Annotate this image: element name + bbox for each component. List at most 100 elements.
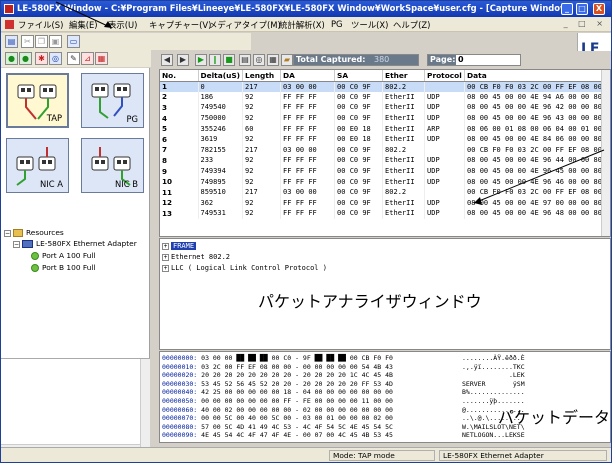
col-length[interactable]: Length [242, 70, 282, 82]
paste-icon[interactable]: ▣ [49, 35, 62, 48]
start-capture-icon[interactable]: ▶ [195, 54, 207, 66]
col-ether[interactable]: Ether [382, 70, 426, 82]
menu-file[interactable]: ファイル(S) [18, 19, 63, 31]
table-row[interactable]: 1 0 217 03 00 00 00 C0 9F 802.2 00 CB F0 F0 03… [160, 81, 606, 92]
table-cell: 00 C0 9F [334, 112, 384, 124]
page-input[interactable]: 0 [456, 55, 520, 65]
col-no[interactable]: No. [160, 70, 199, 82]
pause-icon[interactable]: ❙ [209, 54, 221, 66]
table-cell: 00 C0 9F [334, 81, 384, 92]
col-sa[interactable]: SA [334, 70, 384, 82]
collapse-icon[interactable]: − [13, 240, 20, 248]
col-data[interactable]: Data [464, 70, 606, 82]
port-a-status-icon[interactable]: ● [5, 52, 18, 65]
menu-help[interactable]: ヘルプ(Z) [393, 19, 430, 31]
open-icon[interactable]: ▤ [5, 35, 18, 48]
mode-nic-a-button[interactable]: NIC A [6, 138, 69, 193]
trigger-icon[interactable]: ▤ [239, 54, 251, 66]
report-icon[interactable]: ▦ [95, 52, 108, 65]
table-cell: 92 [242, 197, 282, 209]
left-output-pane [1, 358, 150, 455]
tree-node-adapter[interactable]: − LE-580FX Ethernet Adapter [13, 239, 137, 248]
expand-icon[interactable]: + [162, 264, 169, 272]
hex-bytes: 03 00 00 ██ ██ ██ 00 C0 - 9F ██ ██ ██ 00… [201, 354, 393, 362]
prev-page-icon[interactable]: ◀ [161, 54, 173, 66]
table-row[interactable]: 10 749895 92 FF FF FF 00 C0 9F EtherII UDP 08 0… [160, 176, 606, 187]
table-cell: 00 C0 9F [334, 155, 384, 166]
table-row[interactable]: 7 782155 217 03 00 00 00 C0 9F 802.2 00 CB F0 … [160, 144, 606, 156]
mode-nic-b-button[interactable]: NIC B [81, 138, 144, 193]
copy-icon[interactable]: ❐ [35, 35, 48, 48]
hex-ascii: B%.............. [462, 388, 525, 397]
tree-node-port-a[interactable]: Port A 100 Full [31, 251, 96, 260]
col-delta[interactable]: Delta(uS) [198, 70, 244, 82]
mode-pg-button[interactable]: PG [81, 73, 144, 128]
table-cell: 355246 [198, 123, 244, 134]
settings-icon[interactable]: ✱ [35, 52, 48, 65]
menu-tools[interactable]: ツール(X) [351, 19, 388, 31]
table-row[interactable]: 4 750000 92 FF FF FF 00 C0 9F EtherII UDP 08 00… [160, 112, 606, 124]
table-cell: EtherII [382, 197, 426, 209]
window-icon[interactable]: ▭ [67, 35, 80, 48]
edit-icon[interactable]: ✎ [67, 52, 80, 65]
table-row[interactable]: 5 355246 60 FF FF FF 00 E0 18 EtherII ARP 08 06… [160, 123, 606, 134]
menu-view[interactable]: 表示(U) [108, 19, 137, 31]
tree-node-port-b[interactable]: Port B 100 Full [31, 263, 96, 272]
table-cell: FF FF FF [280, 102, 336, 113]
maximize-button[interactable]: □ [576, 3, 588, 15]
menu-capture[interactable]: キャプチャー(V) [149, 19, 211, 31]
stop-icon[interactable]: ■ [223, 54, 235, 66]
table-cell: 00 CB F0 F0 03 2C 00 FF EF 08 00 [464, 81, 606, 92]
table-row[interactable]: 2 186 92 FF FF FF 00 C0 9F EtherII UDP 08 00 45… [160, 91, 606, 103]
table-cell: 12 [160, 197, 199, 209]
table-cell [424, 144, 466, 156]
table-row[interactable]: 13 749531 92 FF FF FF 00 C0 9F EtherII UDP 08 0… [160, 208, 606, 219]
filter-capture-icon[interactable]: ◎ [253, 54, 265, 66]
mdi-controls[interactable]: _ □ × [564, 19, 607, 28]
stats-icon[interactable]: ⊿ [81, 52, 94, 65]
vertical-scrollbar[interactable] [601, 70, 610, 236]
table-row[interactable]: 6 3619 92 FF FF FF 00 E0 18 EtherII UDP 08 00 4… [160, 133, 606, 145]
mode-tap-button[interactable]: TAP [6, 73, 69, 128]
vertical-scrollbar[interactable] [140, 359, 150, 455]
cut-icon[interactable]: ✂ [21, 35, 34, 48]
table-cell: 00 C0 9F [334, 144, 384, 156]
next-page-icon[interactable]: ▶ [177, 54, 189, 66]
table-row[interactable]: 8 233 92 FF FF FF 00 C0 9F EtherII UDP 08 00 45… [160, 155, 606, 166]
decode-ethernet-node[interactable]: + Ethernet 802.2 [162, 253, 230, 261]
col-da[interactable]: DA [280, 70, 336, 82]
mode-tap-label: TAP [46, 113, 62, 123]
expand-icon[interactable]: + [162, 242, 169, 250]
table-row[interactable]: 9 749394 92 FF FF FF 00 C0 9F EtherII UDP 08 00… [160, 165, 606, 177]
decode-llc-node[interactable]: + LLC ( Logical Link Control Protocol ) [162, 264, 327, 272]
minimize-button[interactable]: _ [561, 3, 573, 15]
table-row[interactable]: 12 362 92 FF FF FF 00 C0 9F EtherII UDP 08 00 4… [160, 197, 606, 209]
table-row[interactable]: 3 749540 92 FF FF FF 00 C0 9F EtherII UDP 08 00… [160, 102, 606, 113]
close-button[interactable]: X [593, 3, 605, 15]
table-cell: 3 [160, 102, 199, 113]
hex-bytes: 00 00 00 00 00 00 00 FF - FE 00 00 00 00… [201, 397, 393, 405]
hex-offset: 00000000: [162, 354, 198, 362]
hex-bytes: 57 00 5C 4D 41 49 4C 53 - 4C 4F 54 5C 4E… [201, 422, 393, 431]
collapse-icon[interactable]: − [4, 229, 11, 237]
menu-statistics[interactable]: 統計解析(X) [279, 19, 325, 31]
menu-pg[interactable]: PG [331, 19, 343, 29]
table-row[interactable]: 11 859510 217 03 00 00 00 C0 9F 802.2 00 CB F0… [160, 186, 606, 198]
open-folder-icon[interactable]: ▰ [281, 54, 293, 66]
table-cell: 217 [242, 186, 282, 198]
toolbar-file: ▤ ✂ ❐ ▣ ▭ [1, 33, 251, 50]
expand-icon[interactable]: + [162, 253, 169, 261]
total-captured-value: 380 [374, 55, 418, 65]
hex-row: 00000000: 03 00 00 ██ ██ ██ 00 C0 - 9F █… [162, 354, 525, 362]
menu-media-type[interactable]: メディアタイプ(M) [209, 19, 281, 31]
table-cell: 750000 [198, 112, 244, 124]
table-cell: 92 [242, 133, 282, 145]
document-icon [5, 20, 14, 29]
filter-icon[interactable]: ◎ [49, 52, 62, 65]
menu-edit[interactable]: 編集(E) [69, 19, 98, 31]
clear-icon[interactable]: ▦ [267, 54, 279, 66]
decode-frame-node[interactable]: + FRAME [162, 242, 197, 250]
col-protocol[interactable]: Protocol [424, 70, 466, 82]
port-b-status-icon[interactable]: ● [19, 52, 32, 65]
tree-node-resources[interactable]: − Resources [4, 228, 64, 237]
